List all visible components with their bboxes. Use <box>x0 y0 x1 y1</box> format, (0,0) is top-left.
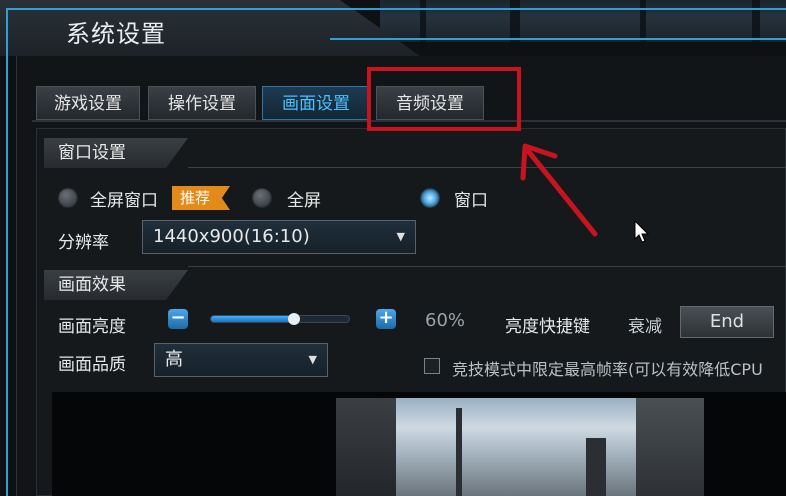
label-fullscreen-window: 全屏窗口 <box>90 191 158 211</box>
annotation-highlight-box <box>367 67 521 131</box>
framerate-limit-checkbox[interactable] <box>424 358 440 374</box>
brightness-decrease-button[interactable]: − <box>168 309 188 329</box>
plus-icon: + <box>378 307 394 328</box>
tab-display-settings[interactable]: 画面设置 <box>262 86 370 120</box>
resolution-select[interactable]: 1440x900(16:10) ▼ <box>142 220 416 254</box>
brightness-slider[interactable] <box>210 313 350 325</box>
section-header-picture-effects: 画面效果 <box>44 270 188 300</box>
section-divider <box>188 167 786 168</box>
window-title: 系统设置 <box>66 20 166 48</box>
quality-select[interactable]: 高 ▼ <box>154 343 328 377</box>
resolution-label: 分辨率 <box>58 233 109 253</box>
dim-label: 衰减 <box>628 317 662 337</box>
chevron-down-icon: ▼ <box>308 353 317 366</box>
minus-icon: − <box>170 307 186 328</box>
tab-game-settings[interactable]: 游戏设置 <box>36 86 140 120</box>
brightness-increase-button[interactable]: + <box>376 309 396 329</box>
label-fullscreen: 全屏 <box>287 191 321 211</box>
preview-structure <box>586 438 606 496</box>
radio-windowed[interactable] <box>420 188 440 208</box>
hotkey-label: 亮度快捷键 <box>505 317 590 337</box>
resolution-value: 1440x900(16:10) <box>153 226 310 247</box>
dim-hotkey-button[interactable]: End <box>680 306 774 338</box>
brightness-slider-fill <box>211 316 294 322</box>
preview-structure <box>636 398 704 496</box>
radio-fullscreen[interactable] <box>252 188 272 208</box>
radio-fullscreen-window[interactable] <box>58 188 78 208</box>
preview-structure <box>336 398 396 496</box>
brightness-label: 画面亮度 <box>58 317 126 337</box>
quality-value: 高 <box>165 349 183 370</box>
brightness-percent: 60% <box>425 310 466 331</box>
brightness-slider-handle[interactable] <box>287 313 300 325</box>
framerate-limit-label: 竞技模式中限定最高帧率(可以有效降低CPU <box>452 360 763 379</box>
label-windowed: 窗口 <box>454 191 488 211</box>
arrow-icon <box>520 143 598 237</box>
section-header-window-settings: 窗口设置 <box>44 138 188 168</box>
recommend-badge: 推荐 <box>172 186 230 210</box>
preview-structure <box>456 408 462 496</box>
section-divider <box>188 266 786 267</box>
quality-label: 画面品质 <box>58 355 126 375</box>
frame-glow <box>330 8 786 40</box>
tab-control-settings[interactable]: 操作设置 <box>148 86 256 120</box>
mouse-cursor-icon <box>634 220 650 243</box>
preview-image <box>336 398 704 496</box>
chevron-down-icon: ▼ <box>396 230 405 243</box>
settings-screen: 系统设置 游戏设置 操作设置 画面设置 音频设置 窗口设置 全屏窗口 推荐 全屏… <box>0 0 786 496</box>
